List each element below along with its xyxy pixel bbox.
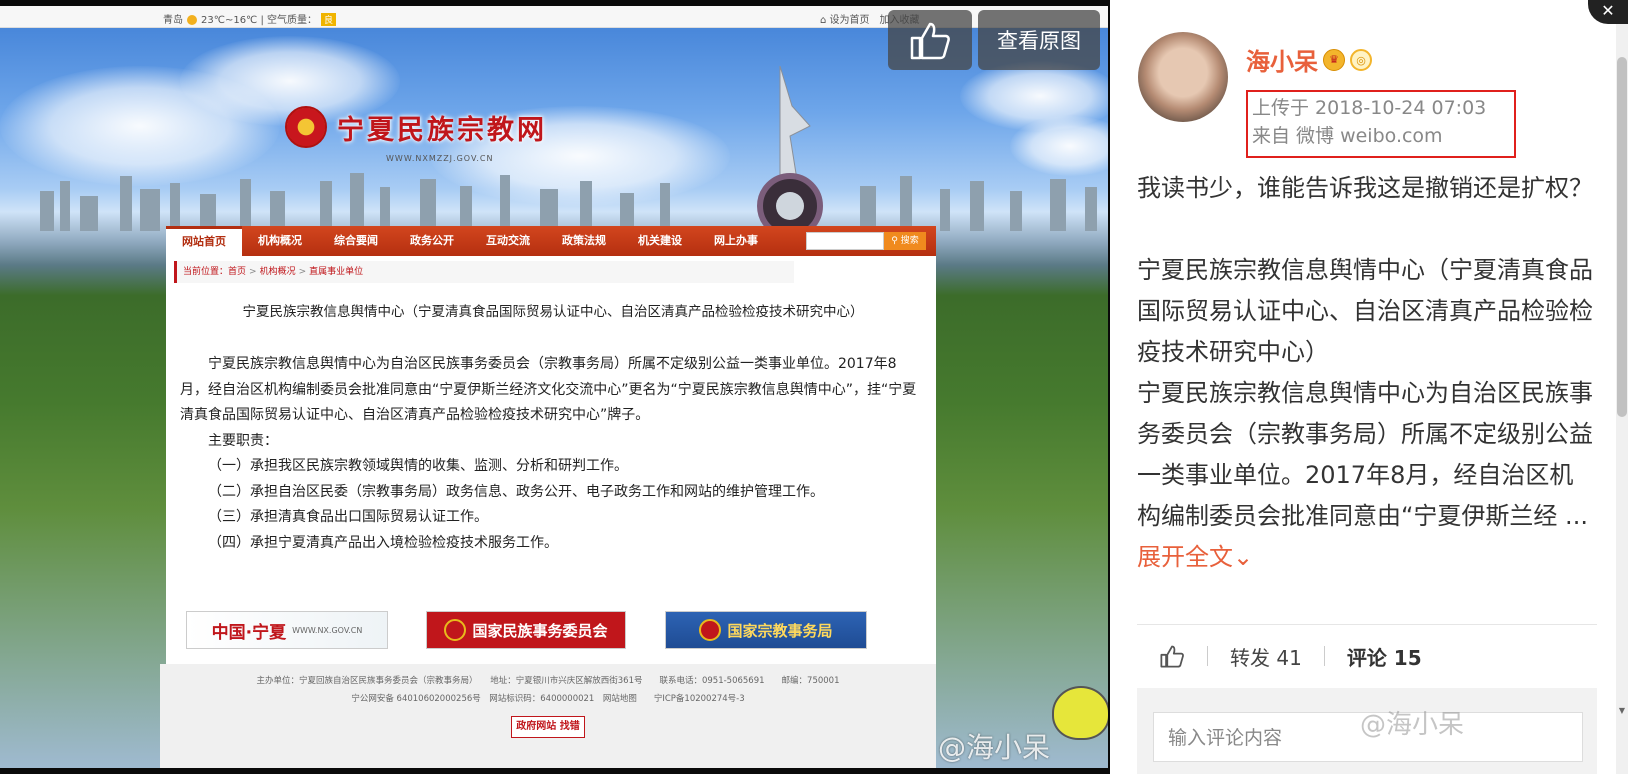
- nav-item-about[interactable]: 机构概况: [242, 226, 318, 256]
- article-body: 宁夏民族宗教信息舆情中心为自治区民族事务委员会（宗教事务局）所属不定级别公益一类…: [180, 352, 922, 556]
- emblem-icon: [699, 619, 722, 641]
- site-footer: 主办单位：宁夏回族自治区民族事务委员会（宗教事务局） 地址：宁夏银川市兴庆区解放…: [160, 664, 936, 768]
- weibo-side-panel: 海小呆 ♛ ◎ 上传于 2018-10-24 07:03 来自 微博 weibo…: [1110, 0, 1628, 774]
- breadcrumb-about[interactable]: 机构概况: [260, 267, 296, 277]
- article-paragraph: （二）承担自治区民委（宗教事务局）政务信息、政务公开、电子政务工作和网站的维护管…: [208, 483, 824, 500]
- scroll-down-icon[interactable]: ▼: [1616, 706, 1628, 718]
- scrollbar[interactable]: ▲ ▼: [1616, 12, 1628, 774]
- nav-item-news[interactable]: 综合要闻: [318, 226, 394, 256]
- upload-info: 上传于 2018-10-24 07:03 来自 微博 weibo.com: [1246, 90, 1516, 158]
- site-logo: 宁夏民族宗教网: [285, 106, 547, 148]
- weather-text: 23℃~16℃ | 空气质量：: [201, 15, 318, 26]
- like-button[interactable]: [1137, 644, 1207, 668]
- thumb-up-icon: [910, 22, 950, 60]
- image-viewer: 青岛23℃~16℃ | 空气质量：良 ⌂ 设为首页 加入收藏 宁夏民族宗教网 W…: [0, 0, 1110, 774]
- partner-banners: 中国·宁夏 WWW.NX.GOV.CN 国家民族事务委员会 国家宗教事务局: [186, 611, 926, 651]
- footer-line-2: 宁公网安备 64010602000256号 网站标识码：6400000021 网…: [351, 694, 745, 704]
- like-overlay-button[interactable]: [888, 10, 972, 70]
- thumb-up-icon: [1160, 645, 1184, 668]
- article-paragraph: （一）承担我区民族宗教领域舆情的收集、监测、分析和研判工作。: [208, 458, 628, 474]
- site-url: WWW.NXMZZJ.GOV.CN: [386, 154, 494, 163]
- medal-badge-icon: ◎: [1350, 48, 1372, 71]
- article-paragraph: （四）承担宁夏清真产品出入境检验检疫技术服务工作。: [208, 534, 558, 551]
- banner-ethnic-title: 国家民族事务委员会: [472, 621, 608, 640]
- article-paragraph: （三）承担清真食品出口国际贸易认证工作。: [208, 509, 488, 525]
- banner-religious-affairs[interactable]: 国家宗教事务局: [665, 611, 867, 649]
- nav-item-home[interactable]: 网站首页: [166, 226, 242, 256]
- site-search-input[interactable]: [806, 232, 884, 250]
- home-icon: ⌂: [820, 15, 827, 26]
- post-actions: 转发 41 评论 15: [1137, 626, 1597, 686]
- close-icon[interactable]: ✕: [1588, 0, 1628, 24]
- site-name: 宁夏民族宗教网: [337, 114, 547, 146]
- expand-label: 展开全文: [1137, 543, 1233, 571]
- sculpture-image: [757, 66, 823, 236]
- breadcrumb: 当前位置：首页 > 机构概况 > 直属事业单位: [174, 261, 794, 283]
- crown-badge-icon: ♛: [1323, 48, 1345, 71]
- city-skyline: [40, 173, 1097, 231]
- emblem-icon: [444, 619, 467, 641]
- repost-button[interactable]: 转发 41: [1208, 642, 1324, 671]
- breadcrumb-home[interactable]: 首页: [228, 267, 246, 277]
- site-search-button[interactable]: ⚲ 搜索: [884, 232, 926, 250]
- aqi-badge: 良: [321, 13, 337, 26]
- search-icon: ⚲: [891, 236, 898, 246]
- banner-ningxia[interactable]: 中国·宁夏 WWW.NX.GOV.CN: [186, 611, 388, 649]
- nav-item-online[interactable]: 网上办事: [698, 226, 774, 256]
- gov-badge-sub: 找错: [559, 721, 580, 732]
- breadcrumb-units[interactable]: 直属事业单位: [309, 267, 363, 277]
- image-watermark: @海小呆: [938, 731, 1051, 764]
- gov-site-badge[interactable]: 政府网站 找错: [511, 716, 585, 738]
- post-line-question: 我读书少，谁能告诉我这是撤销还是扩权？: [1137, 174, 1593, 202]
- screenshot-image: 青岛23℃~16℃ | 空气质量：良 ⌂ 设为首页 加入收藏 宁夏民族宗教网 W…: [0, 6, 1108, 768]
- city-label: 青岛: [163, 15, 183, 26]
- banner-religious-title: 国家宗教事务局: [727, 621, 833, 640]
- post-text: 我读书少，谁能告诉我这是撤销还是扩权？ 宁夏民族宗教信息舆情中心（宁夏清真食品国…: [1137, 168, 1597, 578]
- upload-time: 上传于 2018-10-24 07:03: [1252, 97, 1487, 119]
- sun-icon: [187, 15, 197, 25]
- nav-item-gov-open[interactable]: 政务公开: [394, 226, 470, 256]
- expand-full-text-link[interactable]: 展开全文⌄: [1137, 543, 1253, 571]
- panel-watermark: @海小呆: [1360, 710, 1465, 740]
- banner-ningxia-url: WWW.NX.GOV.CN: [292, 625, 363, 635]
- user-name-row: 海小呆 ♛ ◎: [1246, 42, 1372, 77]
- comment-tab[interactable]: 评论 15: [1325, 642, 1444, 671]
- set-home-link[interactable]: 设为首页: [830, 15, 870, 26]
- breadcrumb-separator-icon: >: [249, 267, 257, 277]
- search-button-label: 搜索: [900, 236, 919, 246]
- banner-ethnic-affairs[interactable]: 国家民族事务委员会: [426, 611, 626, 649]
- article-title: 宁夏民族宗教信息舆情中心（宁夏清真食品国际贸易认证中心、自治区清真产品检验检疫技…: [242, 304, 864, 320]
- nav-item-party[interactable]: 机关建设: [622, 226, 698, 256]
- breadcrumb-separator-icon: >: [298, 267, 307, 277]
- username[interactable]: 海小呆: [1246, 42, 1318, 77]
- breadcrumb-prefix: 当前位置：: [183, 267, 229, 277]
- upload-source: 来自 微博 weibo.com: [1252, 125, 1443, 147]
- nav-item-policy[interactable]: 政策法规: [546, 226, 622, 256]
- post-line-body: 宁夏民族宗教信息舆情中心为自治区民族事务委员会（宗教事务局）所属不定级别公益一类…: [1137, 379, 1593, 530]
- chevron-down-icon: ⌄: [1233, 543, 1254, 571]
- view-original-button[interactable]: 查看原图: [978, 10, 1100, 70]
- article-paragraph: 宁夏民族宗教信息舆情中心为自治区民族事务委员会（宗教事务局）所属不定级别公益一类…: [180, 356, 917, 423]
- scrollbar-thumb[interactable]: [1617, 57, 1627, 417]
- divider: [1137, 624, 1597, 625]
- nav-item-interact[interactable]: 互动交流: [470, 226, 546, 256]
- post-line-title: 宁夏民族宗教信息舆情中心（宁夏清真食品国际贸易认证中心、自治区清真产品检验检疫技…: [1137, 256, 1593, 366]
- gov-badge-title: 政府网站: [516, 721, 557, 732]
- national-emblem-icon: [285, 106, 327, 148]
- footer-line-1: 主办单位：宁夏回族自治区民族事务委员会（宗教事务局） 地址：宁夏银川市兴庆区解放…: [256, 676, 840, 686]
- article-paragraph: 主要职责：: [208, 432, 278, 449]
- banner-ningxia-title: 中国·宁夏: [211, 622, 287, 643]
- main-nav: 网站首页 机构概况 综合要闻 政务公开 互动交流 政策法规 机关建设 网上办事 …: [166, 226, 936, 256]
- avatar[interactable]: [1138, 32, 1228, 122]
- mascot-icon: [1052, 686, 1108, 740]
